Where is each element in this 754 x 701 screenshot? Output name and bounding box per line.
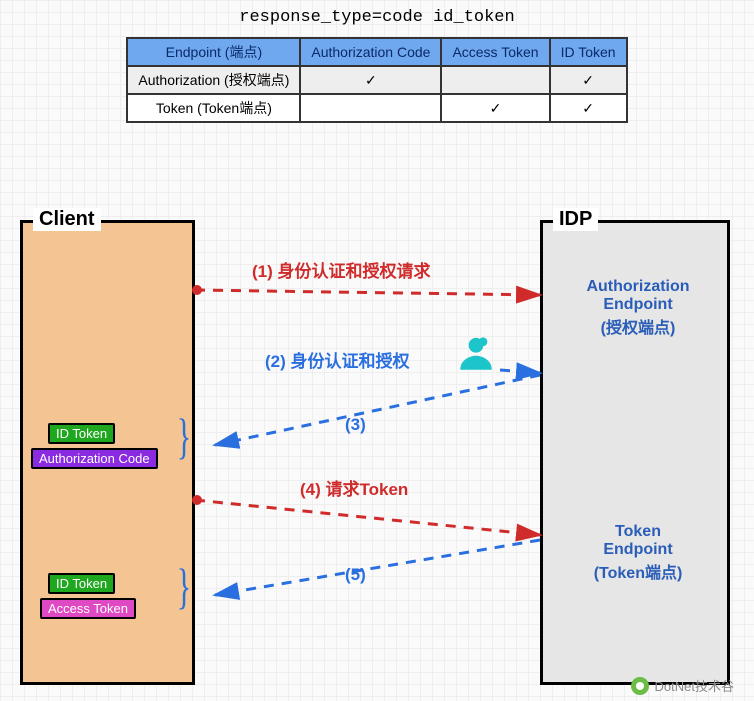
row-token-label: Token (Token端点)	[127, 94, 300, 122]
arrow-4	[195, 500, 540, 535]
row-auth-label: Authorization (授权端点)	[127, 66, 300, 94]
diagram-title: response_type=code id_token	[0, 0, 754, 27]
brace-icon-2: }	[177, 557, 191, 615]
step-5-label: (5)	[345, 565, 366, 585]
row-auth-access	[441, 66, 549, 94]
token-table: Endpoint (端点) Authorization Code Access …	[126, 37, 627, 123]
step-3-label: (3)	[345, 415, 366, 435]
tag-authorization-code: Authorization Code	[31, 448, 158, 469]
row-token-id: ✓	[550, 94, 627, 122]
arrow-2	[500, 370, 540, 373]
th-accesstoken: Access Token	[441, 38, 549, 66]
idp-label: IDP	[553, 208, 598, 231]
watermark-text: DotNet技术谷	[655, 676, 734, 695]
arrow-3	[215, 375, 540, 445]
tag-id-token-1: ID Token	[48, 423, 115, 444]
row-auth-id: ✓	[550, 66, 627, 94]
th-idtoken: ID Token	[550, 38, 627, 66]
idp-box: IDP AuthorizationEndpoint(授权端点) TokenEnd…	[540, 220, 730, 685]
tag-id-token-2: ID Token	[48, 573, 115, 594]
authorization-endpoint: AuthorizationEndpoint(授权端点)	[558, 278, 718, 338]
arrow-1	[195, 290, 540, 295]
row-auth-code: ✓	[300, 66, 441, 94]
row-token-code	[300, 94, 441, 122]
step-2-label: (2) 身份认证和授权	[265, 347, 410, 372]
brace-icon-1: }	[177, 407, 191, 465]
th-authcode: Authorization Code	[300, 38, 441, 66]
th-endpoint: Endpoint (端点)	[127, 38, 300, 66]
watermark: DotNet技术谷	[631, 676, 734, 695]
token-endpoint: TokenEndpoint(Token端点)	[558, 523, 718, 583]
wechat-icon	[631, 677, 649, 695]
step-1-label: (1) 身份认证和授权请求	[252, 257, 431, 282]
arrow-5	[215, 540, 540, 595]
tag-access-token: Access Token	[40, 598, 136, 619]
step-4-label: (4) 请求Token	[300, 475, 408, 500]
user-icon	[455, 333, 497, 380]
client-label: Client	[33, 208, 101, 231]
row-token-access: ✓	[441, 94, 549, 122]
flow-diagram: Client IDP AuthorizationEndpoint(授权端点) T…	[0, 195, 754, 701]
